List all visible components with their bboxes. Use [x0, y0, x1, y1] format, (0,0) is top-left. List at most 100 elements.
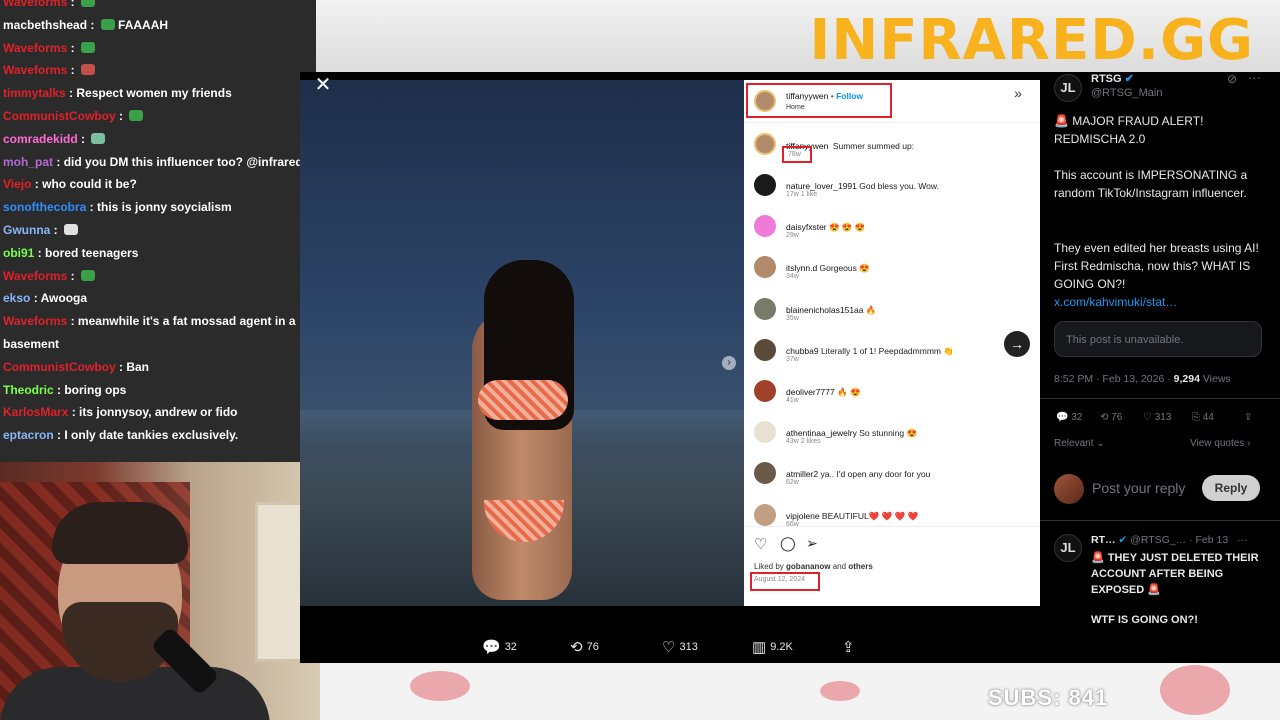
- chat-username[interactable]: timmytalks: [3, 86, 66, 100]
- chat-username[interactable]: moh_pat: [3, 155, 53, 169]
- chat-username[interactable]: KarlosMarx: [3, 405, 68, 419]
- chat-message: Waveforms :: [0, 267, 316, 285]
- chat-text: Ban: [126, 359, 150, 374]
- chat-username[interactable]: macbethshead: [3, 18, 87, 32]
- chat-username[interactable]: Waveforms: [3, 0, 67, 9]
- tw-reply[interactable]: 💬 32: [1056, 412, 1082, 423]
- tweet-link[interactable]: x.com/kahvimuki/stat…: [1054, 295, 1177, 309]
- next-image-icon[interactable]: ›: [722, 356, 736, 370]
- rtsg-avatar[interactable]: JL: [1054, 74, 1082, 102]
- liked-by-others[interactable]: others: [848, 562, 872, 571]
- chat-message: eptacron : I only date tankies exclusive…: [0, 426, 316, 444]
- chat-username[interactable]: Waveforms: [3, 41, 67, 55]
- commenter-avatar[interactable]: [754, 380, 776, 402]
- comment-text: Gorgeous 😍: [817, 263, 870, 274]
- verified-icon: ✔: [1124, 73, 1134, 85]
- tw-repost-count: 76: [1111, 412, 1123, 423]
- commenter-username[interactable]: nature_lover_1991: [786, 181, 857, 191]
- chat-emote-icon: [80, 41, 95, 53]
- highlight-box-poster: [746, 83, 892, 118]
- chat-username[interactable]: Gwunna: [3, 223, 50, 237]
- commenter-username[interactable]: athentinaa_jewelry: [786, 428, 857, 438]
- commenter-username[interactable]: blainenicholas151aa: [786, 305, 864, 315]
- tweet-action-bar: 💬 32 ⟲ 76 ♡ 313 ▥ 9.2K ⇪: [300, 632, 1040, 662]
- chat-username[interactable]: ekso: [3, 291, 30, 305]
- reply-button[interactable]: Reply: [1202, 475, 1260, 501]
- chat-username[interactable]: eptacron: [3, 428, 54, 442]
- views-action[interactable]: ▥ 9.2K: [752, 632, 793, 662]
- chat-username[interactable]: Waveforms: [3, 314, 67, 328]
- chat-username[interactable]: Waveforms: [3, 269, 67, 283]
- chat-username[interactable]: Viejo: [3, 177, 31, 191]
- share-action[interactable]: ⇪: [842, 632, 859, 662]
- highlight-box-date: [750, 572, 820, 591]
- tw-share[interactable]: ⇪: [1244, 412, 1252, 423]
- caption-avatar[interactable]: [754, 133, 776, 155]
- share-icon[interactable]: ➢: [806, 535, 818, 552]
- comment-meta: 17w 1 like: [786, 191, 818, 198]
- comment-text: 🔥 😍: [834, 387, 861, 397]
- liked-by-user[interactable]: gobananow: [786, 562, 830, 571]
- chat-username[interactable]: comradekidd: [3, 132, 78, 146]
- tw-like[interactable]: ♡ 313: [1143, 412, 1171, 423]
- tweet-author-handle[interactable]: @RTSG_Main: [1091, 87, 1162, 99]
- chat-panel: Waveforms : macbethshead : FAAAAH Wavefor…: [0, 0, 316, 462]
- top-banner: INFRARED.GG: [316, 0, 1280, 73]
- close-icon[interactable]: ✕: [313, 75, 333, 95]
- tw-bookmark[interactable]: ⎘ 44: [1192, 412, 1214, 423]
- commenter-username[interactable]: chubba9: [786, 346, 819, 356]
- chat-username[interactable]: sonofthecobra: [3, 200, 86, 214]
- reply-author-name[interactable]: RT…: [1091, 534, 1116, 546]
- commenter-avatar[interactable]: [754, 338, 776, 361]
- expand-icon[interactable]: »: [1005, 80, 1031, 106]
- commenter-username[interactable]: atmiller2: [786, 469, 818, 479]
- commenter-avatar[interactable]: [754, 462, 776, 485]
- next-post-icon[interactable]: →: [1004, 331, 1030, 357]
- commenter-avatar[interactable]: [754, 297, 776, 320]
- tweet-author-name[interactable]: RTSG ✔: [1091, 72, 1134, 85]
- commenter-avatar[interactable]: [754, 421, 776, 444]
- chevron-right-icon: ›: [1247, 438, 1251, 449]
- commenter-avatar[interactable]: [754, 174, 776, 196]
- like-action[interactable]: ♡ 313: [662, 632, 698, 662]
- like-icon[interactable]: ♡: [754, 535, 767, 553]
- more-icon[interactable]: ···: [1248, 72, 1261, 85]
- commenter-username[interactable]: deoliver7777: [786, 387, 835, 397]
- commenter-username[interactable]: itslynn.d: [786, 263, 817, 273]
- chat-username[interactable]: CommunistCowboy: [3, 109, 116, 123]
- chat-username[interactable]: Waveforms: [3, 63, 67, 77]
- commenter-avatar[interactable]: [754, 256, 776, 279]
- chat-message: CommunistCowboy :: [0, 107, 316, 125]
- commenter-avatar[interactable]: [754, 503, 776, 526]
- chat-username[interactable]: CommunistCowboy: [3, 360, 116, 374]
- viewer-avatar[interactable]: [1054, 474, 1084, 504]
- comment-text: So stunning 😍: [856, 428, 918, 439]
- comment-icon[interactable]: ◯: [780, 535, 796, 552]
- chat-username[interactable]: Theodric: [3, 383, 54, 397]
- comment-meta: 35w: [786, 314, 799, 322]
- chat-message: Waveforms :: [0, 39, 316, 57]
- commenter-username[interactable]: vipjolene: [786, 511, 820, 521]
- chat-emote-icon: [80, 64, 95, 76]
- chat-message: macbethshead : FAAAAH: [0, 16, 316, 34]
- reply-author-avatar[interactable]: JL: [1054, 534, 1082, 562]
- like-count: 313: [679, 641, 698, 653]
- more-icon[interactable]: ···: [1237, 534, 1248, 546]
- tw-repost[interactable]: ⟲ 76: [1100, 412, 1122, 423]
- reply-action[interactable]: 💬 32: [482, 632, 517, 662]
- reply-author-handle[interactable]: @RTSG_… · Feb 13: [1130, 534, 1228, 546]
- chat-message: CommunistCowboy : Ban: [0, 358, 316, 376]
- reply-input[interactable]: Post your reply: [1092, 480, 1185, 496]
- grok-icon[interactable]: ⊘: [1227, 72, 1237, 86]
- repost-action[interactable]: ⟲ 76: [570, 632, 599, 662]
- view-quotes-link[interactable]: View quotes ›: [1190, 438, 1250, 449]
- chat-message: KarlosMarx : its jonnysoy, andrew or fid…: [0, 403, 316, 421]
- chat-username[interactable]: obi91: [3, 246, 34, 260]
- chat-text: bored teenagers: [45, 245, 139, 260]
- chat-separator: :: [31, 177, 43, 192]
- photo-figure-top: [478, 380, 568, 420]
- commenter-username[interactable]: daisyfxster: [786, 222, 827, 232]
- comment-text: ya.. I'd open any door for you: [818, 469, 931, 480]
- commenter-avatar[interactable]: [754, 215, 776, 238]
- sort-relevant[interactable]: Relevant ⌄: [1054, 438, 1105, 449]
